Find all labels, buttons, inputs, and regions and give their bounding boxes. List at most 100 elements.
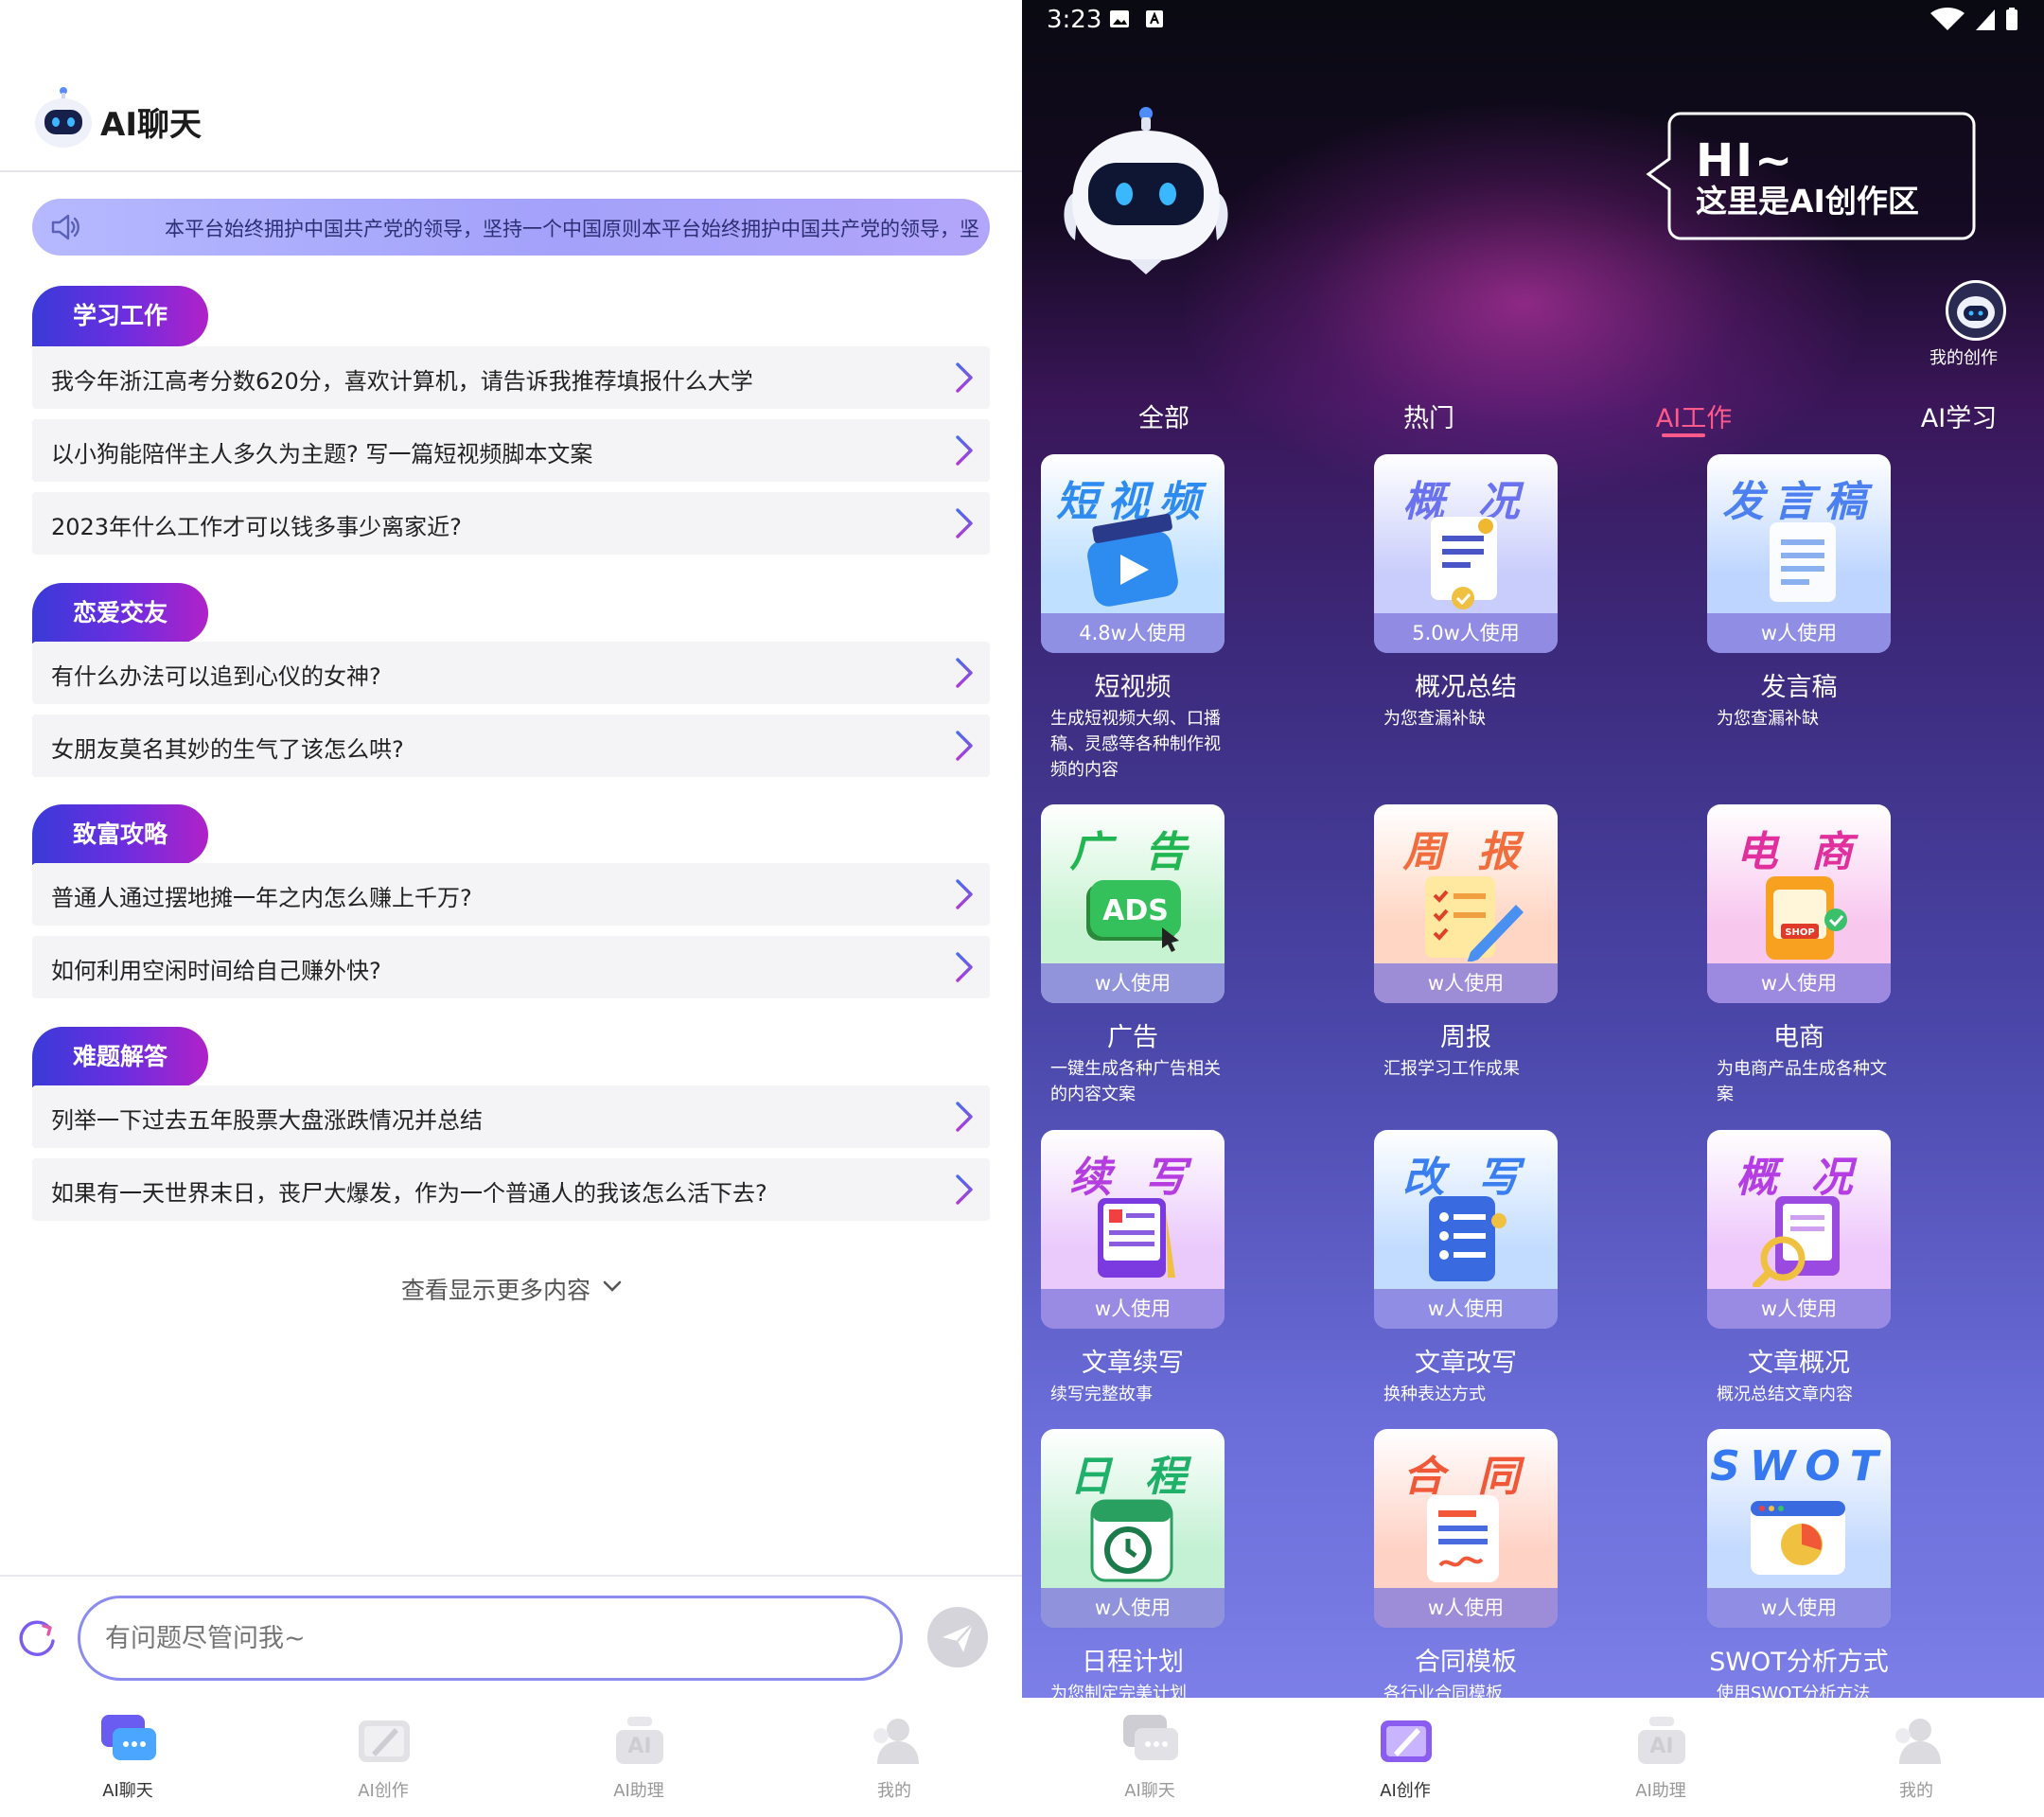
refresh-icon[interactable] — [15, 1616, 59, 1660]
category-tab[interactable]: 全部 — [1060, 397, 1268, 434]
usage-count: w人使用 — [1374, 963, 1558, 1003]
chevron-right-icon — [956, 731, 973, 761]
tool-thumbnail: 电 商 SHOP w人使用 — [1707, 804, 1891, 1003]
category-chip: 恋爱交友 — [32, 583, 208, 644]
question-item[interactable]: 以小狗能陪伴主人多久为主题? 写一篇短视频脚本文案 — [32, 419, 990, 482]
paper-plane-icon — [943, 1623, 974, 1652]
question-text: 普通人通过摆地摊一年之内怎么赚上千万? — [51, 885, 472, 911]
tab-item[interactable]: AI创作 — [1278, 1698, 1533, 1817]
question-text: 列举一下过去五年股票大盘涨跌情况并总结 — [51, 1107, 483, 1134]
question-item[interactable]: 有什么办法可以追到心仪的女神? — [32, 642, 990, 704]
question-item[interactable]: 普通人通过摆地摊一年之内怎么赚上千万? — [32, 863, 990, 926]
tab-label: AI聊天 — [102, 1781, 153, 1801]
chevron-right-icon — [956, 435, 973, 466]
my-work-label: 我的创作 — [1929, 348, 1998, 368]
question-item[interactable]: 女朋友莫名其妙的生气了该怎么哄? — [32, 714, 990, 777]
tab-label: 我的 — [877, 1781, 911, 1801]
tab-label: AI创作 — [1380, 1781, 1431, 1801]
question-item[interactable]: 如何利用空闲时间给自己赚外快? — [32, 936, 990, 998]
tool-thumbnail: 日 程 w人使用 — [1041, 1429, 1225, 1628]
tool-description: 概况总结文章内容 — [1717, 1385, 1853, 1404]
tool-name: 文章概况 — [1748, 1349, 1850, 1378]
shop-icon: SHOP — [1766, 876, 1847, 960]
calendar-clock-icon — [1090, 1499, 1173, 1582]
usage-count: w人使用 — [1041, 963, 1225, 1003]
question-item[interactable]: 2023年什么工作才可以钱多事少离家近? — [32, 492, 990, 555]
question-item[interactable]: 列举一下过去五年股票大盘涨跌情况并总结 — [32, 1085, 990, 1148]
svg-text:SHOP: SHOP — [1785, 927, 1814, 938]
chat-bubbles-icon — [101, 1715, 156, 1760]
tool-description: 续写完整故事 — [1050, 1385, 1153, 1404]
speaker-icon — [51, 214, 79, 240]
question-item[interactable]: 我今年浙江高考分数620分，喜欢计算机，请告诉我推荐填报什么大学 — [32, 346, 990, 409]
usage-count: 5.0w人使用 — [1374, 613, 1558, 653]
category-chip: 学习工作 — [32, 286, 208, 346]
category-tab[interactable]: AI学习 — [1855, 397, 2044, 434]
create-icon — [1381, 1720, 1432, 1762]
magnifier-doc-icon — [1753, 1196, 1840, 1287]
question-text: 如果有一天世界末日，丧尸大爆发，作为一个普通人的我该怎么活下去? — [51, 1180, 767, 1207]
robot-logo-icon — [35, 87, 92, 148]
show-more-link[interactable]: 查看显示更多内容 — [401, 1272, 590, 1306]
usage-count: w人使用 — [1707, 1289, 1891, 1329]
tab-label: 我的 — [1899, 1781, 1933, 1801]
tool-name: 文章改写 — [1415, 1349, 1517, 1378]
tool-thumbnail: SWOT w人使用 — [1707, 1429, 1891, 1628]
checklist-pen-icon — [1425, 876, 1524, 961]
tab-item[interactable]: 我的 — [1788, 1698, 2044, 1817]
notice-banner[interactable]: 本平台始终拥护中国共产党的领导，坚持一个中国原则本平台始终拥护中国共产党的领导，… — [32, 199, 990, 256]
question-item[interactable]: 如果有一天世界末日，丧尸大爆发，作为一个普通人的我该怎么活下去? — [32, 1158, 990, 1221]
tab-item[interactable]: AI AI助理 — [511, 1698, 766, 1817]
question-text: 如何利用空闲时间给自己赚外快? — [51, 958, 381, 984]
tab-item[interactable]: AI AI助理 — [1533, 1698, 1788, 1817]
video-play-icon — [1087, 513, 1178, 607]
tool-description: 生成短视频大纲、口播稿、灵感等各种制作视频的内容 — [1050, 709, 1221, 780]
bottom-tab-bar: AI聊天 AI创作 AI AI助理 我的 — [0, 1698, 1022, 1817]
send-button[interactable] — [927, 1607, 988, 1667]
tool-thumbnail: 合 同 w人使用 — [1374, 1429, 1558, 1628]
chevron-right-icon — [956, 362, 973, 393]
usage-count: w人使用 — [1041, 1289, 1225, 1329]
contract-icon — [1427, 1495, 1499, 1582]
tab-item[interactable]: AI聊天 — [0, 1698, 256, 1817]
scroll-write-icon — [1098, 1198, 1175, 1278]
image-notification-icon — [1110, 10, 1129, 27]
message-input[interactable] — [78, 1596, 903, 1681]
usage-count: w人使用 — [1707, 613, 1891, 653]
chevron-right-icon — [956, 879, 973, 909]
category-chip: 难题解答 — [32, 1027, 208, 1087]
tab-item[interactable]: AI聊天 — [1022, 1698, 1278, 1817]
question-text: 女朋友莫名其妙的生气了该怎么哄? — [51, 736, 404, 763]
tool-thumbnail: 概 况 5.0w人使用 — [1374, 454, 1558, 653]
tool-name: 概况总结 — [1415, 673, 1517, 702]
chevron-right-icon — [956, 1102, 973, 1132]
wifi-signal-battery-icon — [1930, 8, 2018, 30]
status-bar: 3:23 — [1022, 0, 2044, 42]
tool-thumbnail: 广 告 ADS w人使用 — [1041, 804, 1225, 1003]
header: AI聊天 — [0, 0, 1022, 172]
swot-chart-icon — [1751, 1501, 1845, 1575]
tool-name: 周报 — [1440, 1023, 1491, 1052]
profile-icon — [873, 1719, 919, 1764]
category-tab[interactable]: 热门 — [1325, 397, 1533, 434]
tool-name: 合同模板 — [1415, 1648, 1517, 1677]
robot-avatar-icon — [1957, 296, 1995, 328]
document-check-icon — [1431, 517, 1497, 609]
tool-thumbnail: 续 写 w人使用 — [1041, 1130, 1225, 1329]
notice-text: 本平台始终拥护中国共产党的领导，坚持一个中国原则本平台始终拥护中国共产党的领导，… — [165, 218, 979, 240]
tool-name: 短视频 — [1094, 673, 1172, 702]
svg-text:ADS: ADS — [1102, 894, 1169, 927]
greeting-subtitle: 这里是AI创作区 — [1696, 183, 1919, 220]
tool-description: 换种表达方式 — [1383, 1385, 1486, 1404]
svg-text:AI: AI — [627, 1735, 651, 1758]
my-work-button[interactable] — [1946, 280, 2006, 341]
assistant-ai-icon: AI — [616, 1717, 663, 1764]
tab-label: AI助理 — [1635, 1781, 1686, 1801]
chevron-down-icon — [603, 1280, 622, 1292]
chevron-right-icon — [956, 508, 973, 538]
question-text: 有什么办法可以追到心仪的女神? — [51, 663, 381, 690]
category-tab[interactable]: AI工作 — [1590, 397, 1798, 434]
tab-item[interactable]: 我的 — [766, 1698, 1022, 1817]
tool-description: 为您查漏补缺 — [1383, 709, 1486, 729]
tab-item[interactable]: AI创作 — [256, 1698, 511, 1817]
